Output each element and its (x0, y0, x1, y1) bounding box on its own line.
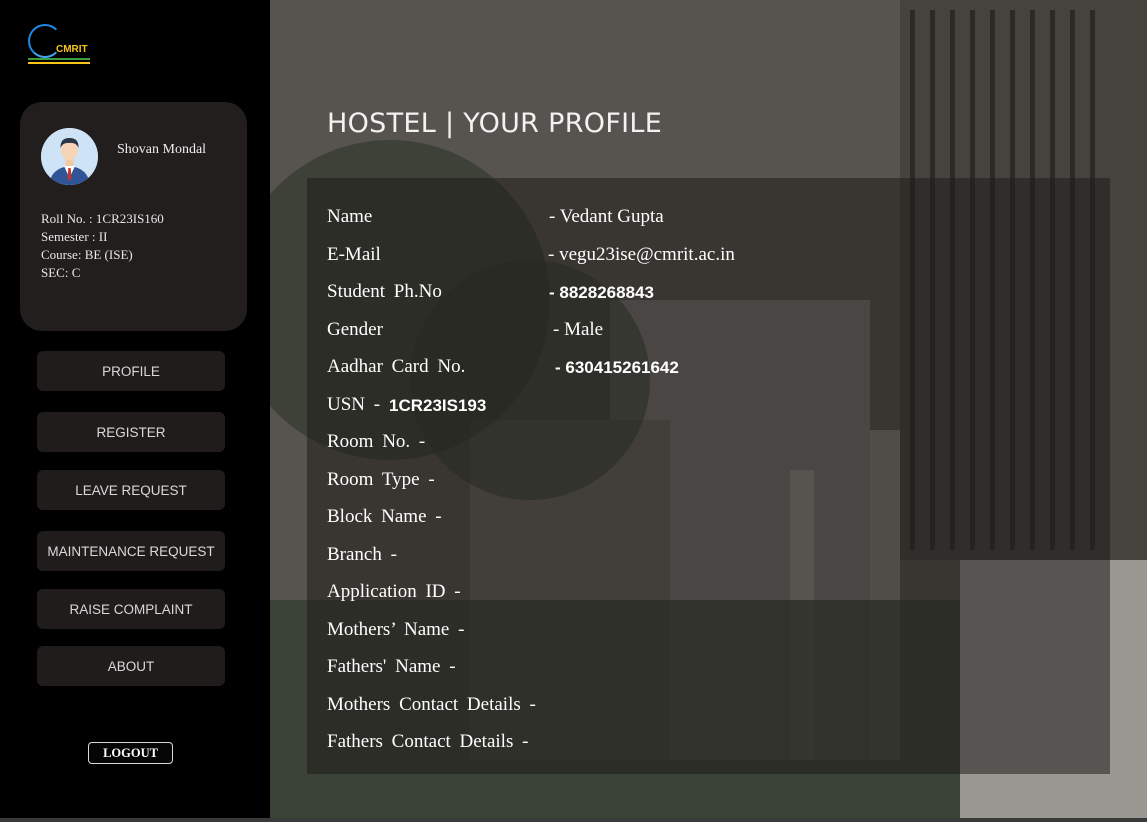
field-room-no: Room No. - (327, 431, 426, 452)
field-fathers-name: Fathers' Name - (327, 656, 456, 677)
field-gender: Gender - Male (327, 319, 604, 340)
field-usn: USN - 1CR23IS193 (327, 394, 487, 415)
field-branch: Branch - (327, 544, 397, 565)
student-name: Shovan Mondal (117, 142, 207, 157)
field-fathers-contact: Fathers Contact Details - (327, 731, 529, 752)
nav-maintenance-request-button[interactable]: MAINTENANCE REQUEST (37, 531, 225, 571)
student-details: Roll No. : 1CR23IS160 Semester : II Cour… (41, 210, 164, 282)
field-application-id: Application ID - (327, 581, 461, 602)
field-email: E-Mail - vegu23ise@cmrit.ac.in (327, 244, 735, 265)
nav-register-button[interactable]: REGISTER (37, 412, 225, 452)
avatar (41, 128, 98, 185)
cmrit-logo: CMRIT (24, 22, 92, 68)
field-mothers-name: Mothers’ Name - (327, 619, 465, 640)
section: SEC: C (41, 265, 81, 280)
field-block-name: Block Name - (327, 506, 442, 527)
sidebar: CMRIT Shovan Mondal Roll No. : 1CR23IS16… (0, 0, 270, 822)
window-bottom-edge (0, 818, 1147, 822)
logout-button[interactable]: LOGOUT (88, 742, 173, 764)
field-name: Name - Vedant Gupta (327, 206, 664, 227)
nav-leave-request-button[interactable]: LEAVE REQUEST (37, 470, 225, 510)
course: Course: BE (ISE) (41, 247, 133, 262)
profile-card: Shovan Mondal Roll No. : 1CR23IS160 Seme… (20, 102, 247, 331)
field-student-phone: Student Ph.No - 8828268843 (327, 281, 654, 302)
nav-raise-complaint-button[interactable]: RAISE COMPLAINT (37, 589, 225, 629)
page-title: HOSTEL | YOUR PROFILE (327, 108, 663, 139)
field-aadhar-card: Aadhar Card No. - 630415261642 (327, 356, 679, 377)
semester: Semester : II (41, 229, 108, 244)
roll-no: Roll No. : 1CR23IS160 (41, 211, 164, 226)
field-room-type: Room Type - (327, 469, 435, 490)
nav-profile-button[interactable]: PROFILE (37, 351, 225, 391)
main-content: HOSTEL | YOUR PROFILE Name - Vedant Gupt… (270, 0, 1147, 818)
nav-about-button[interactable]: ABOUT (37, 646, 225, 686)
field-mothers-contact: Mothers Contact Details - (327, 694, 536, 715)
